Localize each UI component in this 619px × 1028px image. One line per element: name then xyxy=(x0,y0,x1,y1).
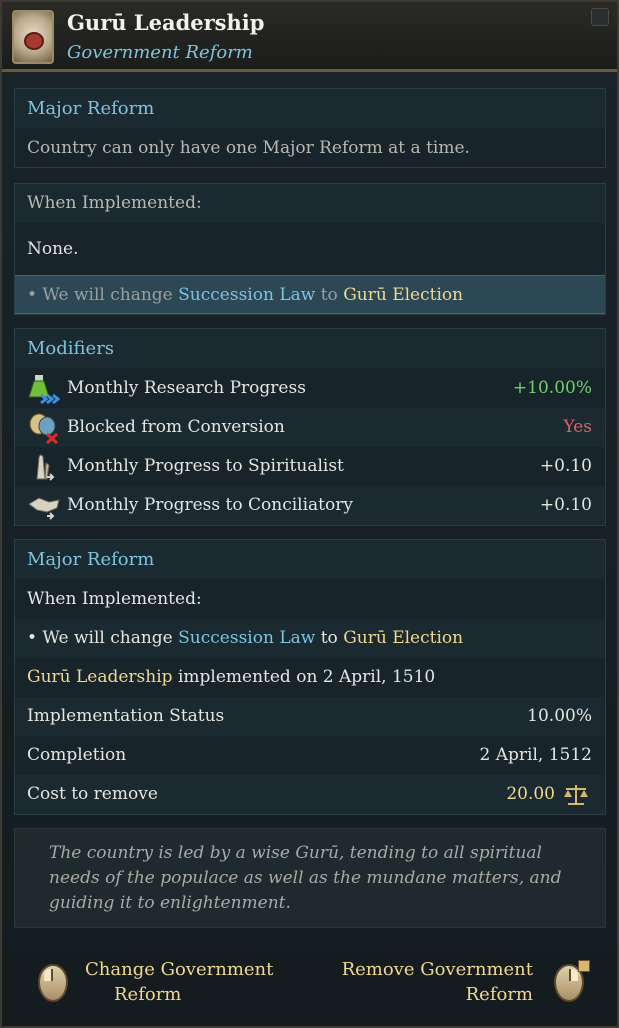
when-implemented-heading: When Implemented: xyxy=(27,193,202,213)
status-major-reform-heading: Major Reform xyxy=(27,549,155,570)
when-implemented-none: None. xyxy=(27,239,79,259)
completion-row: Completion 2 April, 1512 xyxy=(27,745,592,765)
succession-law-link[interactable]: Succession Law xyxy=(178,628,315,648)
left-mouse-icon xyxy=(38,964,68,1002)
right-mouse-icon xyxy=(554,960,590,1002)
guru-election-link[interactable]: Gurū Election xyxy=(343,628,463,648)
cost-value: 20.00 xyxy=(506,784,555,804)
major-reform-info-box: Major Reform Country can only have one M… xyxy=(14,88,606,168)
major-reform-heading: Major Reform xyxy=(27,98,155,119)
status-succession-effect-row: • We will change Succession Law to Gurū … xyxy=(15,619,605,658)
modifier-row: Monthly Progress to Conciliatory +0.10 xyxy=(15,486,605,525)
scroll-seal-icon xyxy=(12,10,54,64)
implemented-date-row: Gurū Leadership implemented on 2 April, … xyxy=(27,667,436,687)
reform-tooltip-panel: Gurū Leadership Government Reform Major … xyxy=(0,0,619,1028)
modifiers-box: Modifiers Monthly Research Progress +10.… xyxy=(14,328,606,526)
handshake-icon xyxy=(28,497,60,520)
when-implemented-box: When Implemented: None. • We will change… xyxy=(14,183,606,315)
reform-status-box: Major Reform When Implemented: • We will… xyxy=(14,539,606,815)
masks-blocked-icon xyxy=(29,413,59,444)
major-reform-note: Country can only have one Major Reform a… xyxy=(27,138,470,158)
implementation-status-row: Implementation Status 10.00% xyxy=(15,697,605,736)
succession-law-link[interactable]: Succession Law xyxy=(178,285,315,305)
reform-title: Gurū Leadership xyxy=(67,10,265,35)
modifier-row: Monthly Research Progress +10.00% xyxy=(15,369,605,408)
scales-icon xyxy=(564,785,588,805)
status-when-implemented: When Implemented: xyxy=(27,589,202,609)
succession-effect-row: • We will change Succession Law to Gurū … xyxy=(15,275,605,314)
modifier-row: Blocked from Conversion Yes xyxy=(15,408,605,447)
modifier-row: Monthly Progress to Spiritualist +0.10 xyxy=(15,447,605,486)
cost-to-remove-row: Cost to remove 20.00 xyxy=(15,775,605,814)
reform-description: The country is led by a wise Gurū, tendi… xyxy=(14,828,606,928)
remove-government-reform-button[interactable]: Remove Government Reform xyxy=(342,957,533,1007)
reform-subtitle: Government Reform xyxy=(67,42,253,63)
research-flask-icon xyxy=(28,375,61,405)
modifiers-heading: Modifiers xyxy=(27,338,115,359)
window-corner-icon xyxy=(591,8,609,26)
tooltip-header: Gurū Leadership Government Reform xyxy=(2,2,617,72)
praying-hands-icon xyxy=(36,454,55,481)
change-government-reform-button[interactable]: Change Government Reform xyxy=(85,957,273,1007)
guru-election-link[interactable]: Gurū Election xyxy=(343,285,463,305)
